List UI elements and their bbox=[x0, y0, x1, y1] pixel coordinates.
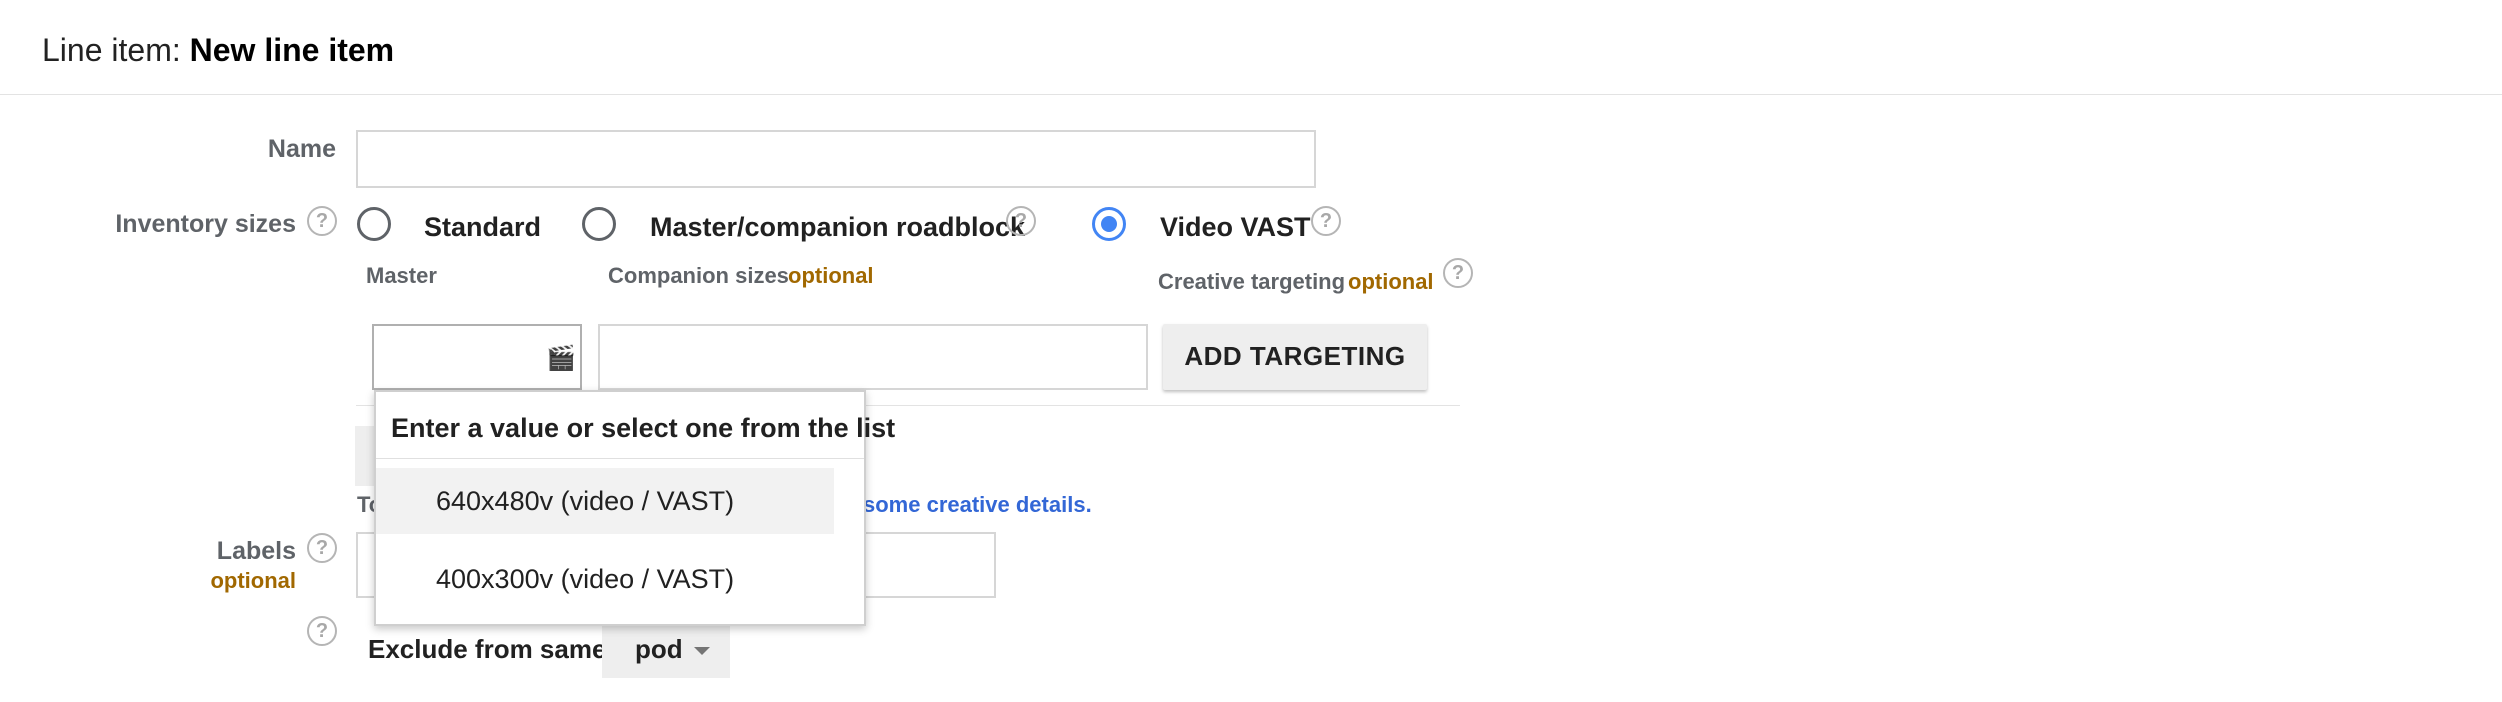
master-label: Master bbox=[366, 263, 437, 288]
video-vast-help-icon[interactable]: ? bbox=[1311, 206, 1341, 236]
inventory-sizes-help-icon[interactable]: ? bbox=[307, 206, 337, 236]
creative-targeting-label: Creative targeting bbox=[1158, 269, 1346, 294]
inventory-sizes-label: Inventory sizes bbox=[115, 210, 296, 238]
targeting-optional-label: optional bbox=[1348, 269, 1434, 294]
labels-label: Labels bbox=[216, 537, 296, 565]
video-vast-radio-label[interactable]: Video VAST bbox=[1160, 212, 1311, 243]
master-size-input[interactable]: 🎬 bbox=[372, 324, 582, 390]
standard-radio-label[interactable]: Standard bbox=[424, 212, 541, 243]
companion-sizes-input[interactable] bbox=[598, 324, 1148, 390]
page-title-prefix: Line item: bbox=[42, 32, 190, 68]
creative-targeting-help-icon[interactable]: ? bbox=[1443, 258, 1473, 288]
pod-select-value: pod bbox=[635, 634, 683, 664]
labels-optional-label: optional bbox=[210, 568, 296, 593]
page-title-value: New line item bbox=[189, 32, 395, 68]
master-companion-radio-label[interactable]: Master/companion roadblock bbox=[650, 212, 1025, 243]
roadblock-help-icon[interactable]: ? bbox=[1006, 206, 1036, 236]
video-vast-radio[interactable] bbox=[1092, 207, 1126, 241]
dropdown-option-640x480v[interactable]: 640x480v (video / VAST) bbox=[376, 468, 834, 534]
header-divider bbox=[0, 94, 2502, 95]
exclude-pod-select[interactable]: pod bbox=[602, 620, 730, 678]
exclude-help-icon[interactable]: ? bbox=[307, 616, 337, 646]
labels-help-icon[interactable]: ? bbox=[307, 533, 337, 563]
chevron-down-icon bbox=[694, 647, 710, 655]
name-input[interactable] bbox=[356, 130, 1316, 188]
standard-radio[interactable] bbox=[357, 207, 391, 241]
dropdown-option-400x300v[interactable]: 400x300v (video / VAST) bbox=[376, 546, 834, 612]
companion-sizes-label: Companion sizes bbox=[608, 263, 789, 288]
clapperboard-icon[interactable]: 🎬 bbox=[546, 346, 576, 372]
companion-optional-label: optional bbox=[788, 263, 874, 288]
name-label: Name bbox=[267, 135, 336, 163]
master-companion-radio[interactable] bbox=[582, 207, 616, 241]
page-title: Line item: New line item bbox=[42, 32, 394, 69]
dropdown-header: Enter a value or select one from the lis… bbox=[391, 413, 896, 443]
add-targeting-button[interactable]: ADD TARGETING bbox=[1163, 324, 1427, 390]
exclude-label: Exclude from same bbox=[368, 634, 607, 664]
dropdown-header-divider bbox=[376, 458, 864, 459]
obscured-button[interactable] bbox=[355, 426, 375, 486]
creative-details-link[interactable]: some creative details. bbox=[863, 492, 1092, 518]
master-size-dropdown: Enter a value or select one from the lis… bbox=[374, 390, 895, 626]
